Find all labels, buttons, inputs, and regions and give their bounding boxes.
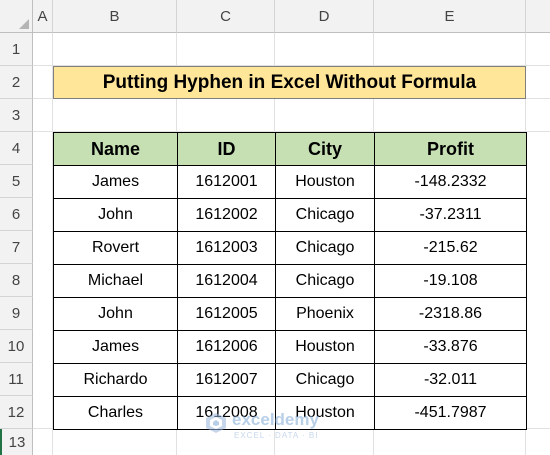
cell-id[interactable]: 1612001: [177, 165, 276, 199]
column-header-c[interactable]: C: [177, 0, 275, 33]
cell-name[interactable]: James: [53, 330, 178, 364]
cell-city[interactable]: Chicago: [275, 198, 375, 232]
row-header-11[interactable]: 11: [0, 363, 33, 396]
cell-profit[interactable]: -2318.86: [374, 297, 527, 331]
column-header-f-partial[interactable]: [526, 0, 550, 33]
cell-name[interactable]: Michael: [53, 264, 178, 298]
table-row: Richardo 1612007 Chicago -32.011: [53, 363, 527, 397]
cell-id[interactable]: 1612007: [177, 363, 276, 397]
cell-profit[interactable]: -148.2332: [374, 165, 527, 199]
watermark-name: exceldemy: [232, 410, 319, 429]
cell-id[interactable]: 1612004: [177, 264, 276, 298]
cell-profit[interactable]: -33.876: [374, 330, 527, 364]
cell-city[interactable]: Chicago: [275, 264, 375, 298]
cell-profit[interactable]: -451.7987: [374, 396, 527, 430]
cell-profit[interactable]: -32.011: [374, 363, 527, 397]
cell-id[interactable]: 1612006: [177, 330, 276, 364]
row-header-3[interactable]: 3: [0, 99, 33, 132]
row-header-9[interactable]: 9: [0, 297, 33, 330]
row-header-1[interactable]: 1: [0, 33, 33, 66]
row-header-4[interactable]: 4: [0, 132, 33, 165]
table-row: James 1612001 Houston -148.2332: [53, 165, 527, 199]
cell-name[interactable]: Charles: [53, 396, 178, 430]
row-header-8[interactable]: 8: [0, 264, 33, 297]
cell-name[interactable]: John: [53, 198, 178, 232]
table-row: James 1612006 Houston -33.876: [53, 330, 527, 364]
header-profit[interactable]: Profit: [374, 132, 527, 166]
column-header-d[interactable]: D: [275, 0, 374, 33]
row-header-13[interactable]: 13: [0, 429, 33, 455]
cell-name[interactable]: Rovert: [53, 231, 178, 265]
column-header-a[interactable]: A: [33, 0, 53, 33]
row-header-2[interactable]: 2: [0, 66, 33, 99]
cell-city[interactable]: Phoenix: [275, 297, 375, 331]
cell-city[interactable]: Chicago: [275, 363, 375, 397]
cell-profit[interactable]: -37.2311: [374, 198, 527, 232]
table-header-row: Name ID City Profit: [53, 132, 527, 166]
cell-profit[interactable]: -19.108: [374, 264, 527, 298]
row-header-6[interactable]: 6: [0, 198, 33, 231]
header-name[interactable]: Name: [53, 132, 178, 166]
sheet-title-cell[interactable]: Putting Hyphen in Excel Without Formula: [53, 66, 526, 99]
exceldemy-watermark: exceldemy EXCEL · DATA · BI: [205, 408, 355, 444]
row-header-7[interactable]: 7: [0, 231, 33, 264]
data-table: Name ID City Profit James 1612001 Housto…: [53, 132, 527, 430]
cell-name[interactable]: Richardo: [53, 363, 178, 397]
cell-name[interactable]: James: [53, 165, 178, 199]
table-row: John 1612005 Phoenix -2318.86: [53, 297, 527, 331]
cell-city[interactable]: Houston: [275, 330, 375, 364]
cell-id[interactable]: 1612002: [177, 198, 276, 232]
table-row: Rovert 1612003 Chicago -215.62: [53, 231, 527, 265]
select-all-triangle-icon: [19, 19, 29, 29]
watermark-tagline: EXCEL · DATA · BI: [234, 431, 319, 440]
exceldemy-logo-icon: [206, 413, 226, 433]
cell-city[interactable]: Houston: [275, 165, 375, 199]
header-id[interactable]: ID: [177, 132, 276, 166]
table-row: John 1612002 Chicago -37.2311: [53, 198, 527, 232]
cell-id[interactable]: 1612005: [177, 297, 276, 331]
cell-id[interactable]: 1612003: [177, 231, 276, 265]
spreadsheet-grid: A B C D E 1 2 3 4 5 6 7 8 9 10 11 12 13 …: [0, 0, 550, 455]
column-header-e[interactable]: E: [374, 0, 526, 33]
cell-profit[interactable]: -215.62: [374, 231, 527, 265]
row-header-12[interactable]: 12: [0, 396, 33, 429]
row-header-5[interactable]: 5: [0, 165, 33, 198]
select-all-corner[interactable]: [0, 0, 33, 33]
cell-city[interactable]: Chicago: [275, 231, 375, 265]
row-header-10[interactable]: 10: [0, 330, 33, 363]
column-header-b[interactable]: B: [53, 0, 177, 33]
cell-name[interactable]: John: [53, 297, 178, 331]
table-row: Michael 1612004 Chicago -19.108: [53, 264, 527, 298]
header-city[interactable]: City: [275, 132, 375, 166]
